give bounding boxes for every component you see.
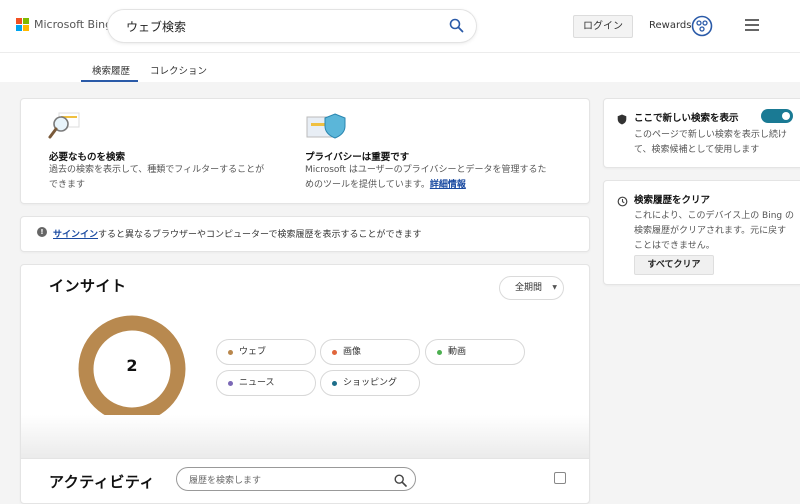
search-box[interactable]: ウェブ検索 [108, 10, 476, 42]
category-chip-images-label: 画像 [343, 347, 362, 357]
search-input[interactable]: ウェブ検索 [126, 18, 186, 35]
search-icon[interactable] [449, 18, 464, 37]
clear-all-button[interactable]: すべてクリア [634, 255, 714, 275]
learn-more-link[interactable]: 詳細情報 [430, 180, 466, 190]
activity-title: アクティビティ [49, 473, 155, 491]
bing-logo[interactable]: Microsoft Bing [16, 18, 112, 31]
history-search-box[interactable]: 履歴を検索します [176, 467, 416, 491]
shopping-dot-icon [332, 381, 337, 386]
feature-desc-privacy-line2: めのツールを提供しています。詳細情報 [305, 178, 546, 193]
features-card: 必要なものを検索 過去の検索を表示して、種類でフィルターすることが できます プ… [20, 98, 590, 204]
privacy-shield-illustration-icon [305, 111, 347, 145]
tab-collections[interactable]: コレクション [150, 63, 207, 77]
shield-icon [617, 110, 627, 129]
tab-bar: 検索履歴 コレクション [0, 52, 800, 82]
category-chip-news-label: ニュース [239, 378, 275, 388]
videos-dot-icon [437, 350, 442, 355]
feature-title-privacy: プライバシーは重要です [305, 152, 410, 163]
info-icon: ! [37, 227, 47, 237]
signin-notice-card: ! サインインすると異なるブラウザーやコンピューターで検索履歴を表示することがで… [20, 216, 590, 252]
feature-title-search: 必要なものを検索 [49, 152, 126, 163]
clear-history-title: 検索履歴をクリア [634, 195, 711, 206]
signin-notice-message: すると異なるブラウザーやコンピューターで検索履歴を表示することができます [98, 230, 422, 240]
category-chip-shopping-label: ショッピング [343, 378, 398, 388]
category-chip-news[interactable]: ニュース [216, 370, 316, 396]
clear-history-desc: これにより、このデバイス上の Bing の検索履歴がクリアされます。元に戻すこと… [634, 211, 795, 251]
signin-link[interactable]: サインイン [53, 230, 98, 240]
insights-card: インサイト 全期間 ▼ 2 ウェブ 画像 動画 ニュース ショッピング アクティ… [20, 264, 590, 504]
rewards-trophy-icon[interactable] [691, 15, 713, 41]
history-search-input[interactable]: 履歴を検索します [189, 473, 261, 486]
microsoft-logo-icon [16, 18, 29, 31]
new-search-desc: このページで新しい検索を表示し続けて、検索候補として使用します [634, 130, 787, 155]
history-search-icon[interactable] [394, 472, 407, 491]
clear-history-card: 検索履歴をクリア これにより、このデバイス上の Bing の検索履歴がクリアされ… [603, 180, 800, 285]
tab-search-history[interactable]: 検索履歴 [92, 63, 130, 77]
active-tab-indicator [81, 80, 138, 82]
top-header: Microsoft Bing ウェブ検索 ログイン Rewards [0, 0, 800, 52]
new-search-card: ここで新しい検索を表示 このページで新しい検索を表示し続けて、検索候補として使用… [603, 98, 800, 168]
new-search-title: ここで新しい検索を表示 [634, 113, 739, 124]
web-dot-icon [228, 350, 233, 355]
hamburger-menu-icon[interactable] [745, 19, 759, 34]
new-search-toggle[interactable] [761, 109, 793, 123]
feature-desc-privacy: Microsoft はユーザーのプライバシーとデータを管理するた めのツールを提… [305, 163, 546, 193]
insights-title: インサイト [49, 277, 127, 295]
logo-text: Microsoft Bing [34, 18, 113, 31]
select-all-checkbox[interactable] [554, 472, 566, 484]
feature-desc-search-line1: 過去の検索を表示して、種類でフィルターすることが [49, 165, 265, 175]
history-clock-icon [617, 192, 628, 211]
category-chip-videos-label: 動画 [448, 347, 467, 357]
period-dropdown[interactable]: 全期間 ▼ [499, 276, 564, 300]
insights-fade [21, 415, 589, 459]
rewards-link[interactable]: Rewards [649, 20, 691, 31]
category-chip-images[interactable]: 画像 [320, 339, 420, 365]
insights-total-count: 2 [126, 356, 138, 375]
category-chip-web[interactable]: ウェブ [216, 339, 316, 365]
magnifier-illustration-icon [47, 111, 83, 145]
category-chip-shopping[interactable]: ショッピング [320, 370, 420, 396]
images-dot-icon [332, 350, 337, 355]
category-chip-web-label: ウェブ [239, 347, 267, 357]
news-dot-icon [228, 381, 233, 386]
login-button[interactable]: ログイン [573, 15, 633, 38]
feature-desc-search: 過去の検索を表示して、種類でフィルターすることが できます [49, 163, 264, 193]
category-chip-videos[interactable]: 動画 [425, 339, 525, 365]
feature-desc-search-line2: できます [49, 180, 86, 190]
activity-section: アクティビティ 履歴を検索します [21, 459, 589, 503]
signin-notice-text: サインインすると異なるブラウザーやコンピューターで検索履歴を表示することができま… [53, 227, 421, 240]
feature-desc-privacy-line1: Microsoft はユーザーのプライバシーとデータを管理するた [305, 165, 547, 175]
dropdown-caret-icon: ▼ [552, 284, 557, 291]
period-dropdown-label: 全期間 [515, 283, 543, 293]
toggle-knob [782, 112, 790, 120]
feature-desc-privacy-text: めのツールを提供しています。 [305, 180, 430, 190]
